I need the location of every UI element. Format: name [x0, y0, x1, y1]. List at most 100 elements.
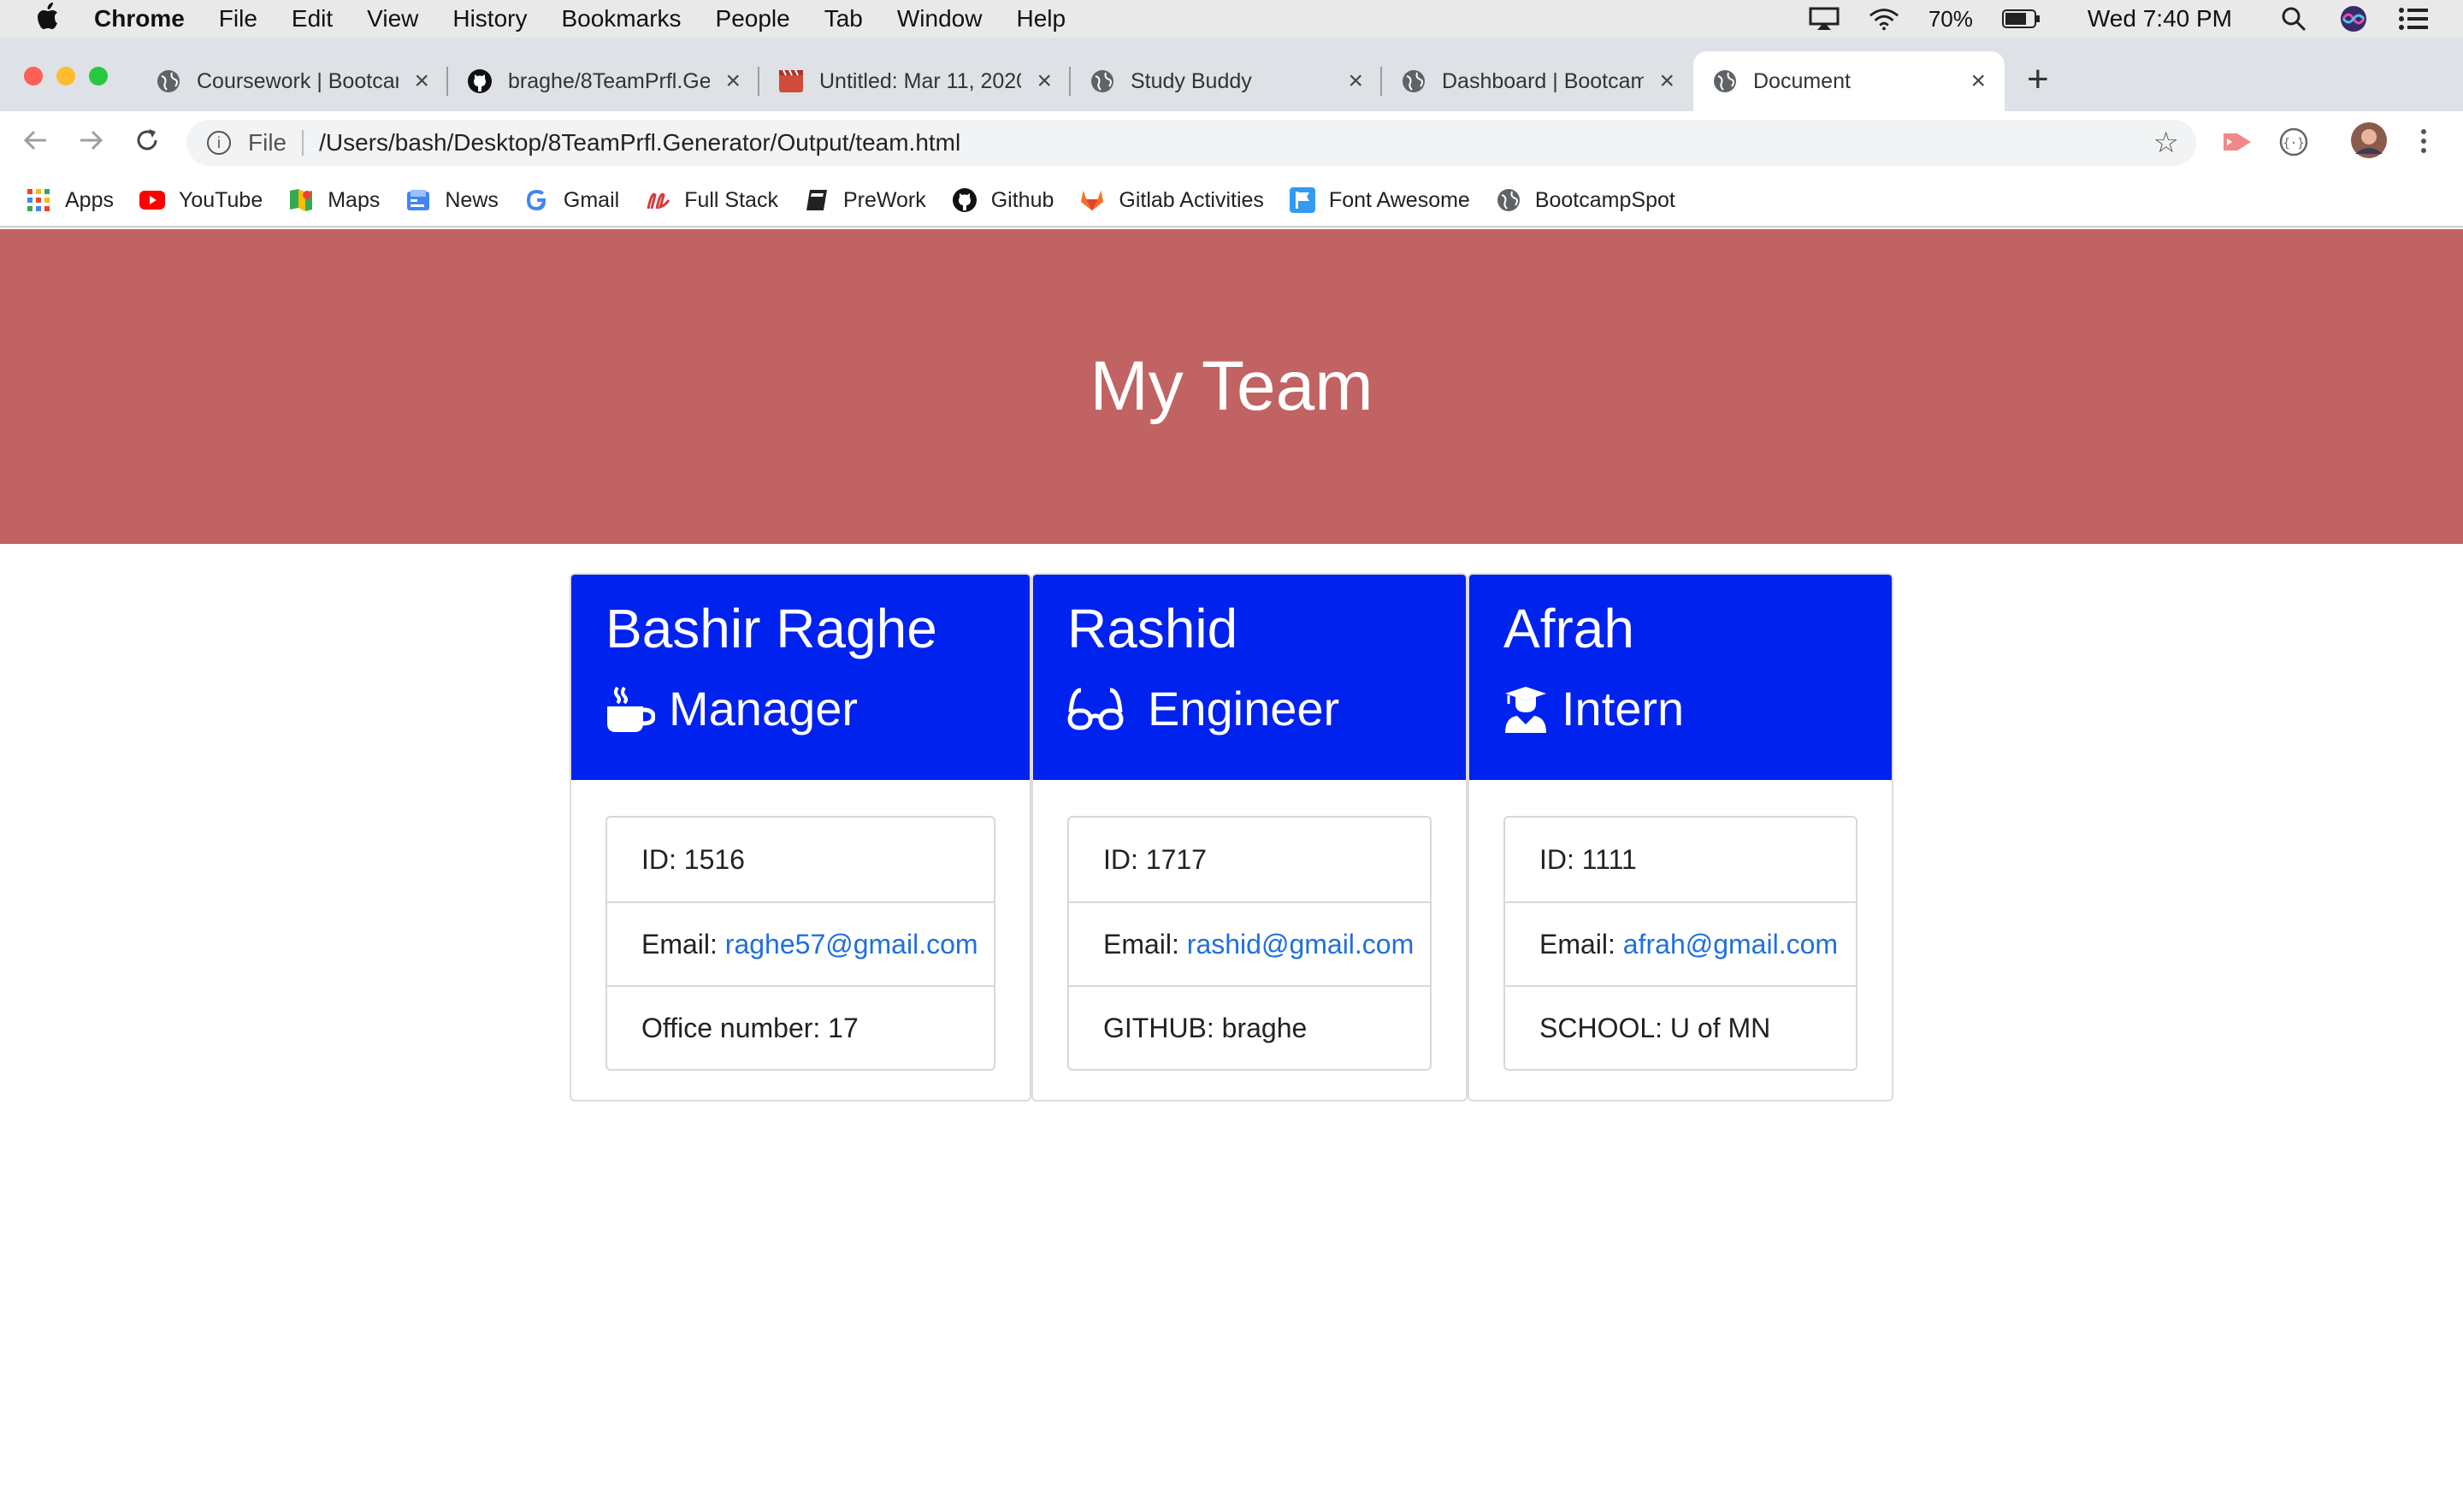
apple-icon[interactable]: [34, 2, 60, 37]
email-label: Email:: [641, 928, 725, 960]
address-url[interactable]: /Users/bash/Desktop/8TeamPrfl.Generator/…: [319, 129, 960, 157]
reload-icon[interactable]: [133, 127, 161, 162]
battery-icon[interactable]: [2001, 7, 2041, 31]
menu-bookmarks[interactable]: Bookmarks: [561, 5, 681, 32]
menu-tab[interactable]: Tab: [824, 5, 863, 32]
email-link[interactable]: rashid@gmail.com: [1187, 929, 1414, 960]
bookmark-full-stack[interactable]: Full Stack: [645, 187, 778, 213]
bookmark-youtube[interactable]: YouTube: [139, 187, 263, 213]
bookmark-bootcampspot[interactable]: BootcampSpot: [1496, 187, 1675, 213]
close-tab-icon[interactable]: ×: [414, 67, 429, 96]
menu-clock[interactable]: Wed 7:40 PM: [2088, 5, 2232, 32]
back-arrow-icon[interactable]: [22, 127, 50, 162]
window-controls: [24, 67, 108, 86]
browser-menu-icon[interactable]: [2419, 127, 2429, 160]
member-email-row: Email: rashid@gmail.com: [1069, 901, 1430, 985]
member-details-list: ID: 1516 Email: raghe57@gmail.com Office…: [605, 816, 995, 1071]
forward-arrow-icon[interactable]: [77, 127, 104, 162]
extension-cast-icon[interactable]: [2220, 127, 2254, 162]
bookmarks-bar: Apps YouTube Maps News Gmail Full Stack: [0, 174, 2463, 227]
member-office-number: Office number: 17: [607, 985, 994, 1069]
bookmark-star-icon[interactable]: ☆: [2153, 126, 2179, 160]
tab-title: Study Buddy: [1131, 68, 1252, 93]
zoom-window-button[interactable]: [89, 67, 108, 86]
svg-text:{·}: {·}: [2283, 137, 2304, 151]
tab-untitled[interactable]: Untitled: Mar 11, 2020 ×: [759, 51, 1071, 111]
close-tab-icon[interactable]: ×: [1037, 67, 1052, 96]
tab-study-buddy[interactable]: Study Buddy ×: [1071, 51, 1382, 111]
globe-icon: [1496, 187, 1521, 213]
news-icon: [405, 187, 431, 213]
github-icon: [952, 187, 978, 213]
member-role-label: Engineer: [1148, 682, 1340, 735]
team-member-card-engineer: Rashid Engineer ID: 1717 Email: rashid@g…: [1031, 573, 1468, 1102]
member-details-list: ID: 1717 Email: rashid@gmail.com GITHUB:…: [1067, 816, 1432, 1071]
bookmark-font-awesome[interactable]: Font Awesome: [1289, 187, 1470, 213]
member-name: Rashid: [1067, 598, 1238, 659]
bookmark-prework[interactable]: PreWork: [804, 187, 926, 213]
member-role: Intern: [1503, 681, 1684, 736]
coffee-icon: [605, 684, 655, 734]
close-tab-icon[interactable]: ×: [1348, 67, 1363, 96]
address-bar[interactable]: i File /Users/bash/Desktop/8TeamPrfl.Gen…: [186, 120, 2196, 166]
globe-icon: [156, 68, 181, 94]
page-content: My Team Bashir Raghe Manager ID: 1516 Em…: [0, 229, 2463, 1512]
menu-help[interactable]: Help: [1016, 5, 1066, 32]
menu-people[interactable]: People: [716, 5, 790, 32]
menu-window[interactable]: Window: [897, 5, 983, 32]
member-email-row: Email: raghe57@gmail.com: [607, 901, 994, 985]
apps-grid-icon: [26, 187, 51, 213]
address-scheme: File: [248, 129, 287, 156]
email-link[interactable]: afrah@gmail.com: [1623, 929, 1838, 960]
tab-title: Dashboard | Bootcamp: [1442, 68, 1644, 93]
email-link[interactable]: raghe57@gmail.com: [725, 929, 978, 960]
close-tab-icon[interactable]: ×: [1659, 67, 1674, 96]
bookmark-github[interactable]: Github: [952, 187, 1054, 213]
tab-coursework[interactable]: Coursework | Bootcamp ×: [137, 51, 448, 111]
tab-dashboard[interactable]: Dashboard | Bootcamp ×: [1382, 51, 1693, 111]
github-icon: [467, 68, 493, 94]
new-tab-button[interactable]: +: [2027, 58, 2049, 101]
globe-icon: [1090, 68, 1115, 94]
menu-bar: Chrome File Edit View History Bookmarks …: [0, 0, 2463, 38]
bookmark-label: PreWork: [842, 187, 926, 212]
member-school: SCHOOL: U of MN: [1505, 985, 1856, 1069]
minimize-window-button[interactable]: [56, 67, 75, 86]
spotlight-search-icon[interactable]: [2278, 7, 2309, 32]
member-details-list: ID: 1111 Email: afrah@gmail.com SCHOOL: …: [1503, 816, 1858, 1071]
site-info-icon[interactable]: i: [207, 131, 231, 155]
bookmark-gmail[interactable]: Gmail: [524, 187, 619, 213]
bookmark-label: Maps: [328, 187, 381, 212]
bookmark-label: Gmail: [563, 187, 620, 212]
youtube-icon: [139, 187, 165, 213]
menu-view[interactable]: View: [367, 5, 418, 32]
wifi-icon[interactable]: [1869, 7, 1899, 31]
notification-center-icon[interactable]: [2398, 7, 2429, 31]
siri-icon[interactable]: [2338, 6, 2369, 32]
member-id: ID: 1516: [641, 843, 745, 875]
close-tab-icon[interactable]: ×: [1970, 67, 1986, 96]
member-name: Afrah: [1503, 598, 1634, 659]
member-role-label: Intern: [1562, 682, 1685, 735]
menu-app-name[interactable]: Chrome: [94, 5, 185, 32]
globe-icon: [1401, 68, 1426, 94]
airplay-icon[interactable]: [1809, 7, 1840, 31]
menu-file[interactable]: File: [219, 5, 257, 32]
extension-code-icon[interactable]: {·}: [2278, 127, 2309, 162]
bookmark-maps[interactable]: Maps: [288, 187, 380, 213]
menu-history[interactable]: History: [452, 5, 527, 32]
bookmark-label: Font Awesome: [1328, 187, 1470, 212]
menu-edit[interactable]: Edit: [292, 5, 333, 32]
card-header: Rashid Engineer: [1033, 575, 1466, 780]
bookmark-apps[interactable]: Apps: [26, 187, 114, 213]
tab-document[interactable]: Document ×: [1693, 51, 2005, 111]
bookmark-news[interactable]: News: [405, 187, 499, 213]
member-role-label: Manager: [669, 682, 859, 735]
close-tab-icon[interactable]: ×: [725, 67, 741, 96]
tab-github-repo[interactable]: braghe/8TeamPrfl.Generator ×: [448, 51, 759, 111]
bookmark-gitlab[interactable]: Gitlab Activities: [1079, 187, 1264, 213]
close-window-button[interactable]: [24, 67, 43, 86]
profile-avatar[interactable]: [2350, 121, 2388, 163]
card-header: Afrah Intern: [1469, 575, 1892, 780]
bookmark-label: Full Stack: [684, 187, 778, 212]
